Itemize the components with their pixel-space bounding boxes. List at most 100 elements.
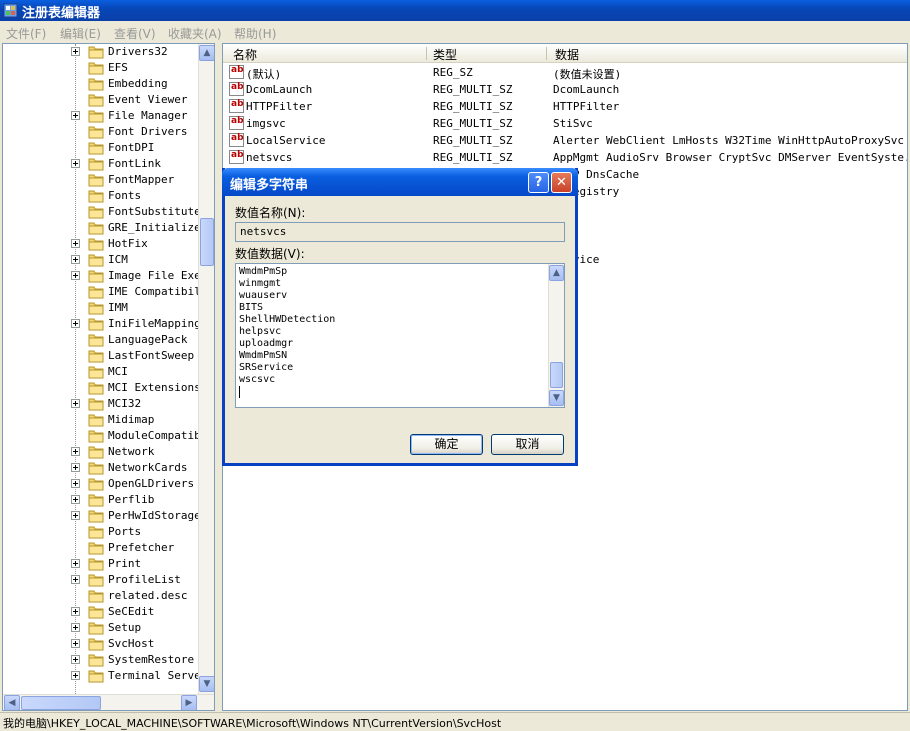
tree-item[interactable]: SystemRestore [3,652,203,668]
expand-toggle-icon[interactable] [71,575,80,584]
tree-item[interactable]: FontLink [3,156,203,172]
folder-icon [88,286,104,299]
menu-file[interactable]: 文件(F) [6,25,46,42]
tree-item[interactable]: Font Drivers [3,124,203,140]
tree-scroll-left-button[interactable]: ◀ [4,695,20,710]
tree-item[interactable]: MCI32 [3,396,203,412]
data-scroll-up-button[interactable]: ▲ [549,265,564,281]
data-vertical-scrollbar[interactable]: ▲ ▼ [548,264,564,407]
expand-toggle-icon[interactable] [71,671,80,680]
expand-toggle-icon[interactable] [71,607,80,616]
menu-help[interactable]: 帮助(H) [234,25,276,42]
tree-item[interactable]: Terminal Server [3,668,207,684]
expand-toggle-icon[interactable] [71,495,80,504]
tree-item[interactable]: related.desc [3,588,203,604]
tree-item[interactable]: Perflib [3,492,203,508]
data-scroll-thumb[interactable] [550,362,563,388]
column-divider[interactable] [426,47,427,60]
tree-item[interactable]: IMM [3,300,203,316]
expand-toggle-icon[interactable] [71,239,80,248]
tree-item[interactable]: SeCEdit [3,604,203,620]
tree-item[interactable]: PerHwIdStorage [3,508,203,524]
column-divider[interactable] [546,47,547,60]
tree-item-label: Setup [108,621,142,634]
menu-edit[interactable]: 编辑(E) [60,25,101,42]
tree-item[interactable]: Fonts [3,188,203,204]
expand-toggle-icon[interactable] [71,111,80,120]
tree-scroll-up-button[interactable]: ▲ [199,45,214,61]
tree-item[interactable]: Setup [3,620,203,636]
data-scroll-down-button[interactable]: ▼ [549,390,564,406]
expand-toggle-icon[interactable] [71,623,80,632]
tree-item[interactable]: HotFix [3,236,203,252]
tree-item[interactable]: IME Compatibili [3,284,207,300]
tree-item[interactable]: MCI [3,364,203,380]
tree-item[interactable]: FontSubstitutes [3,204,207,220]
tree-item[interactable]: Embedding [3,76,203,92]
tree-item[interactable]: SvcHost [3,636,203,652]
tree-item[interactable]: Prefetcher [3,540,203,556]
menu-view[interactable]: 查看(V) [114,25,156,42]
value-data-textarea[interactable]: WmdmPmSp winmgmt wuauserv BITS ShellHWDe… [235,263,565,408]
tree-item[interactable]: LastFontSweep [3,348,203,364]
value-row[interactable]: ab LocalService REG_MULTI_SZ Alerter WebCli… [223,132,907,149]
tree-item[interactable]: LanguagePack [3,332,203,348]
tree-scroll-thumb[interactable] [200,218,214,266]
help-button[interactable]: ? [528,172,549,193]
expand-toggle-icon[interactable] [71,655,80,664]
tree-hscroll-thumb[interactable] [21,696,101,710]
tree-scroll-right-button[interactable]: ▶ [181,695,197,710]
tree-item[interactable]: ModuleCompatibil [3,428,214,444]
tree-item[interactable]: NetworkCards [3,460,203,476]
tree-item[interactable]: Print [3,556,203,572]
tree-item[interactable]: FontDPI [3,140,203,156]
tree-item[interactable]: Midimap [3,412,203,428]
column-header-type[interactable]: 类型 [433,46,457,63]
tree-item[interactable]: Image File Exec [3,268,207,284]
dialog-title-bar[interactable]: 编辑多字符串 ? ✕ [222,168,578,196]
value-row[interactable]: ab HTTPFilter REG_MULTI_SZ HTTPFilter [223,98,907,115]
tree-item[interactable]: OpenGLDrivers [3,476,203,492]
tree-item[interactable]: ICM [3,252,203,268]
expand-toggle-icon[interactable] [71,559,80,568]
tree-item[interactable]: Event Viewer [3,92,203,108]
expand-toggle-icon[interactable] [71,479,80,488]
tree-item-label: FontMapper [108,173,175,186]
tree-horizontal-scrollbar[interactable]: ◀ ▶ [3,694,214,710]
expand-toggle-icon[interactable] [71,271,80,280]
tree-item[interactable]: FontMapper [3,172,203,188]
tree-item[interactable]: Network [3,444,203,460]
ok-button[interactable]: 确定 [410,434,483,455]
close-button[interactable]: ✕ [551,172,572,193]
expand-toggle-icon[interactable] [71,255,80,264]
menu-favorites[interactable]: 收藏夹(A) [168,25,222,42]
value-data: (数值未设置) [553,68,622,81]
tree-vertical-scrollbar[interactable]: ▲ ▼ [198,44,214,694]
column-header-name[interactable]: 名称 [233,46,257,63]
tree-item[interactable]: ProfileList [3,572,203,588]
expand-toggle-icon[interactable] [71,159,80,168]
value-row[interactable]: ab (默认) REG_SZ (数值未设置) [223,64,907,81]
tree-item[interactable]: IniFileMapping [3,316,203,332]
value-data-text[interactable]: WmdmPmSp winmgmt wuauserv BITS ShellHWDe… [239,266,335,386]
value-row[interactable]: ab imgsvc REG_MULTI_SZ StiSvc [223,115,907,132]
key-tree[interactable]: Drivers32 EFS Embedding Event Viewer File Ma… [2,43,215,711]
expand-toggle-icon[interactable] [71,511,80,520]
tree-scroll-down-button[interactable]: ▼ [199,676,214,692]
tree-item[interactable]: EFS [3,60,203,76]
tree-item[interactable]: File Manager [3,108,203,124]
value-row[interactable]: ab DcomLaunch REG_MULTI_SZ DcomLaunch [223,81,907,98]
expand-toggle-icon[interactable] [71,399,80,408]
tree-item[interactable]: Drivers32 [3,44,203,60]
expand-toggle-icon[interactable] [71,639,80,648]
expand-toggle-icon[interactable] [71,463,80,472]
tree-item[interactable]: MCI Extensions [3,380,203,396]
expand-toggle-icon[interactable] [71,319,80,328]
expand-toggle-icon[interactable] [71,47,80,56]
column-header-data[interactable]: 数据 [555,46,579,63]
cancel-button[interactable]: 取消 [491,434,564,455]
tree-item[interactable]: Ports [3,524,203,540]
expand-toggle-icon[interactable] [71,447,80,456]
tree-item[interactable]: GRE_Initialize [3,220,203,236]
value-row[interactable]: ab netsvcs REG_MULTI_SZ AppMgmt AudioSrv Br… [223,149,907,166]
